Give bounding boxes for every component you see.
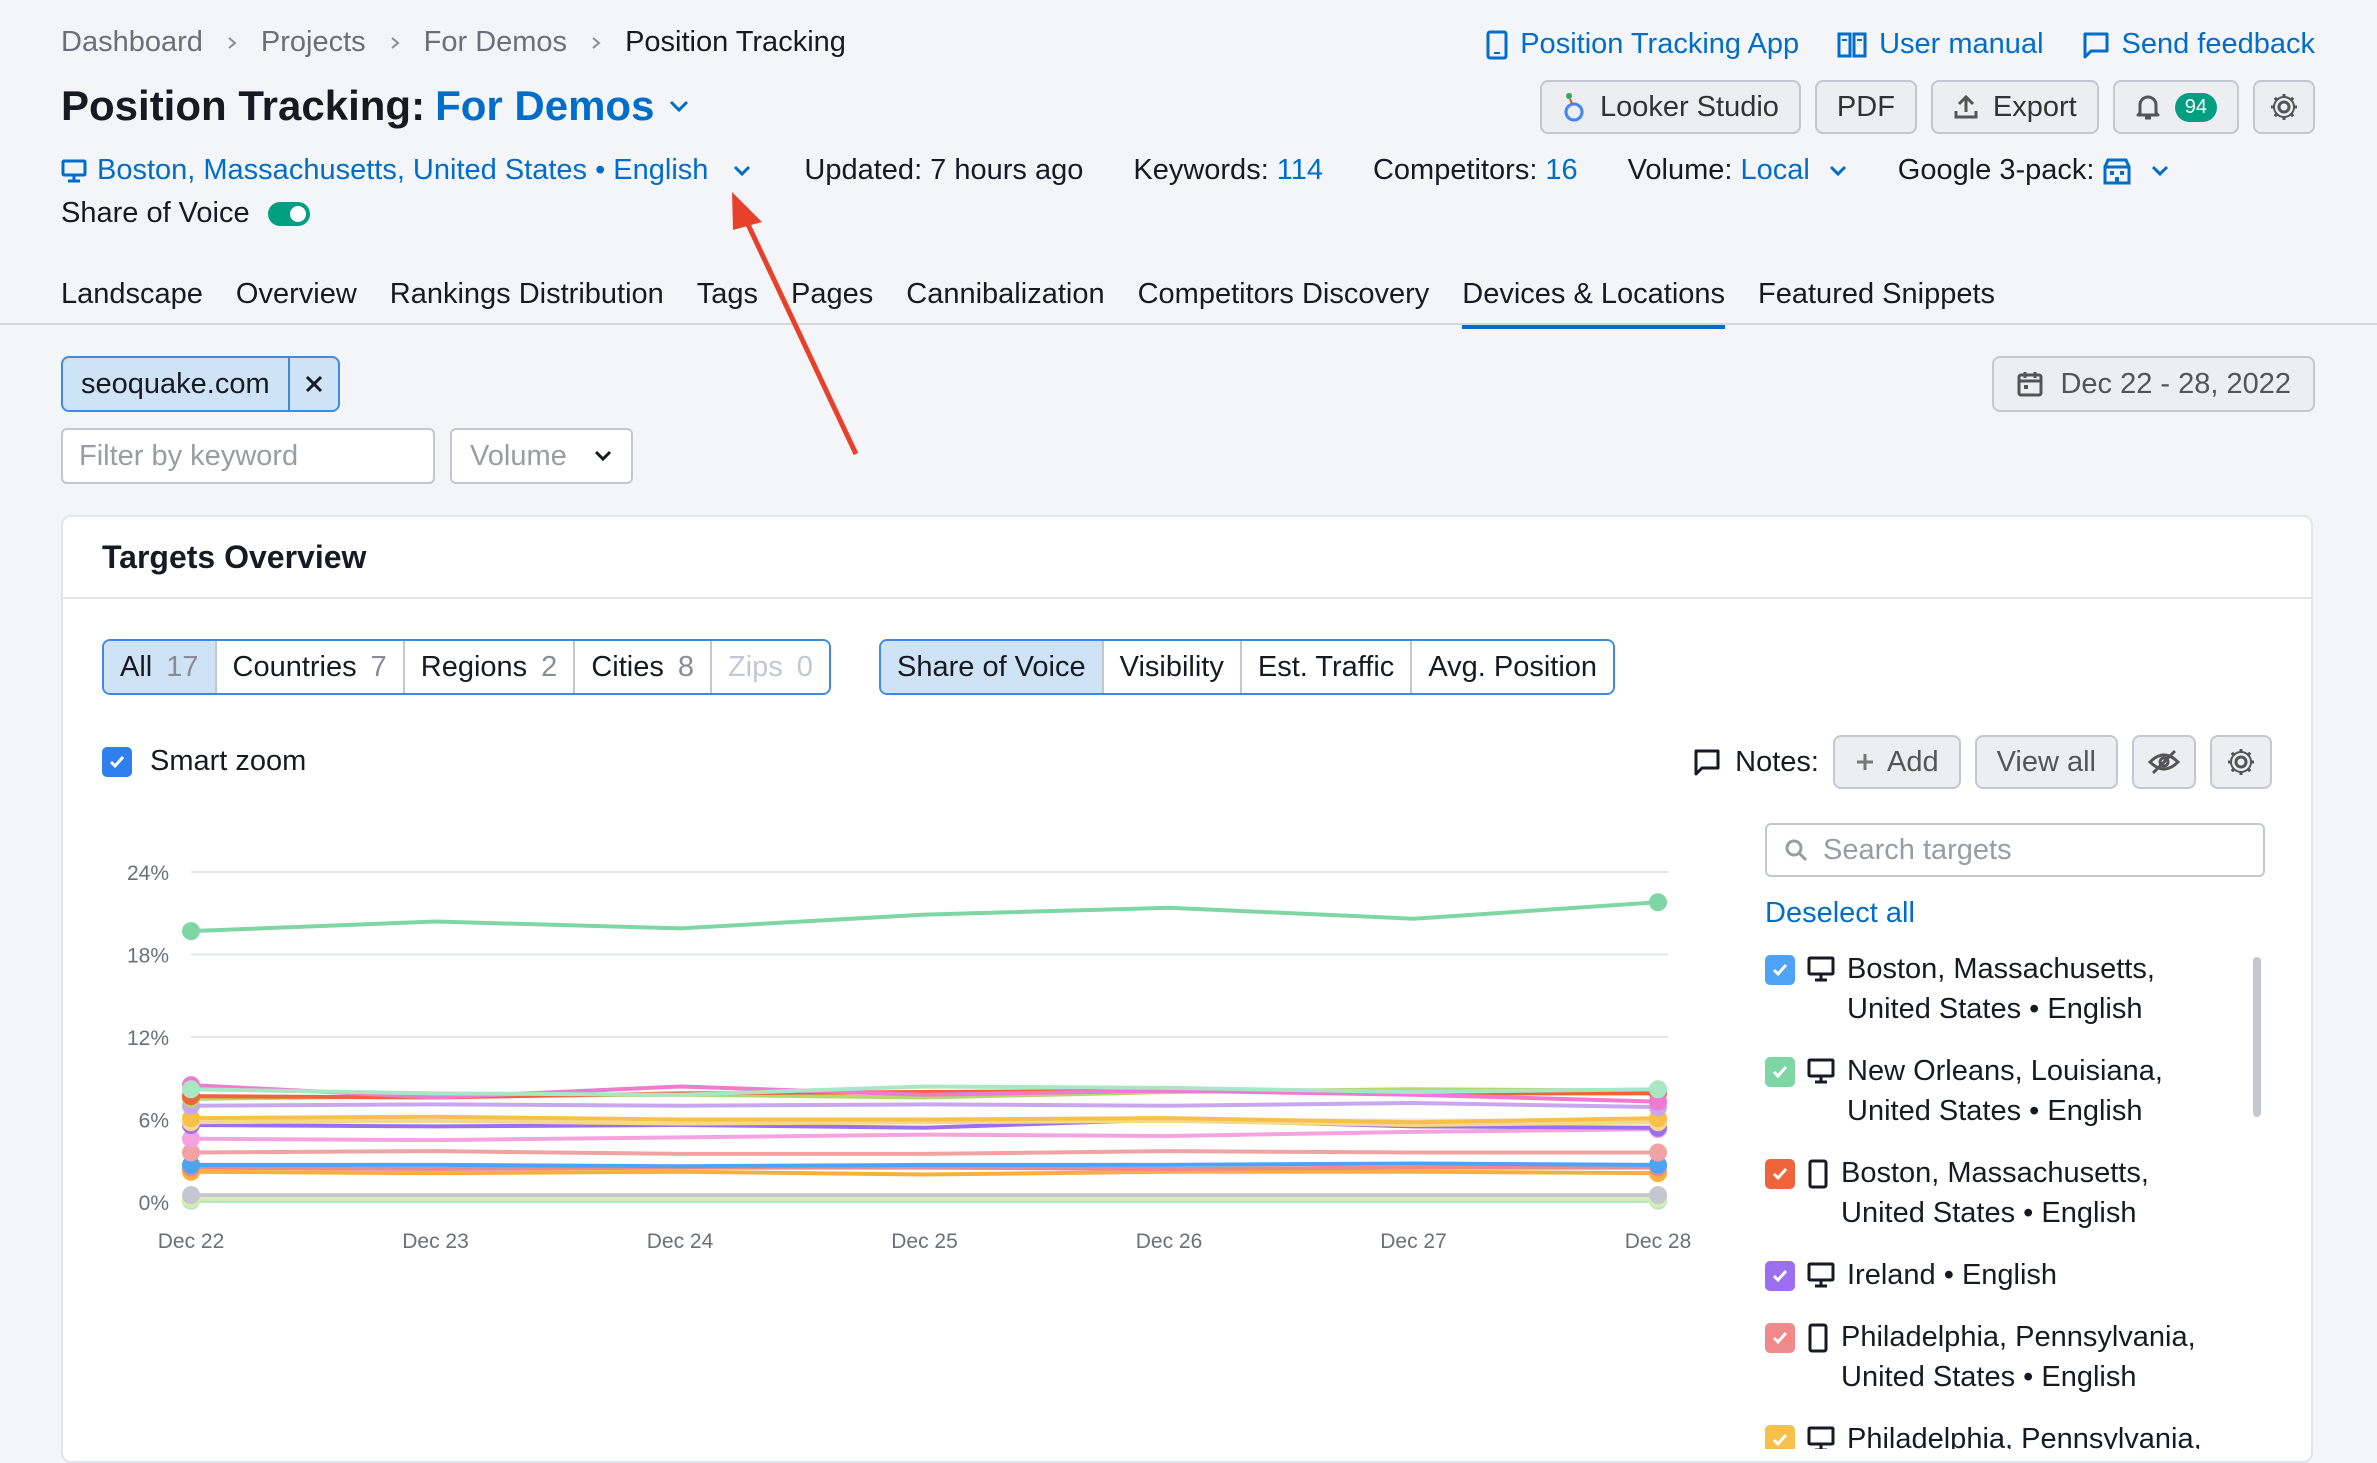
desktop-icon [1807, 1262, 1835, 1288]
target-item[interactable]: New Orleans, Louisiana, United States • E… [1765, 1051, 2235, 1131]
checkmark-icon [1772, 964, 1788, 977]
series-line[interactable] [190, 900, 1659, 934]
series-point[interactable] [1649, 1080, 1667, 1099]
metric-avg-position[interactable]: Avg. Position [1412, 641, 1614, 693]
target-label: Philadelphia, Pennsylvania, United States… [1841, 1321, 2196, 1393]
mobile-icon [1808, 1159, 1828, 1189]
y-tick-label: 24% [127, 862, 169, 885]
smart-zoom-checkbox[interactable] [102, 746, 132, 777]
desktop-icon [1807, 1426, 1835, 1449]
checkmark-icon [1772, 1066, 1788, 1079]
desktop-icon [1807, 956, 1835, 982]
close-icon [305, 375, 322, 393]
target-type-filter: All 17 Countries 7 Regions 2 Cities 8 Zips 0 [102, 639, 831, 695]
domain-chip: seoquake.com [61, 356, 340, 412]
card-divider [63, 597, 2311, 599]
target-label: Ireland • English [1847, 1259, 2058, 1291]
target-label: Boston, Massachusetts, United States • En… [1841, 1157, 2149, 1229]
target-checkbox[interactable] [1765, 1057, 1795, 1087]
target-checkbox[interactable] [1765, 955, 1795, 985]
add-note-button[interactable]: Add [1832, 735, 1961, 789]
x-tick-label: Dec 28 [1625, 1230, 1692, 1253]
metric-switcher: Share of Voice Visibility Est. Traffic A… [879, 639, 1616, 695]
series-point[interactable] [1649, 1186, 1667, 1205]
hide-notes-button[interactable] [2132, 735, 2196, 789]
target-checkbox[interactable] [1765, 1261, 1795, 1291]
desktop-icon [1807, 1058, 1835, 1084]
keyword-filter [61, 428, 484, 484]
target-checkbox[interactable] [1765, 1425, 1795, 1449]
filter-all[interactable]: All 17 [104, 641, 217, 693]
date-range-picker[interactable]: Dec 22 - 28, 2022 [1992, 356, 2315, 412]
remove-domain-button[interactable] [287, 358, 338, 410]
x-tick-label: Dec 25 [891, 1230, 958, 1253]
checkmark-icon [1772, 1168, 1788, 1181]
metric-visibility[interactable]: Visibility [1103, 641, 1242, 693]
keyword-filter-input[interactable] [63, 430, 456, 482]
mobile-icon [1808, 1323, 1828, 1353]
target-item[interactable]: Philadelphia, Pennsylvania, [1765, 1419, 2235, 1449]
checkmark-icon [109, 755, 125, 768]
target-label: New Orleans, Louisiana, United States • E… [1847, 1055, 2163, 1127]
filter-zips: Zips 0 [711, 641, 829, 693]
series-line[interactable] [190, 1100, 1659, 1110]
chevron-down-icon [594, 450, 612, 462]
chart-settings-button[interactable] [2210, 735, 2272, 789]
checkmark-icon [1772, 1270, 1788, 1283]
target-item[interactable]: Philadelphia, Pennsylvania, United States… [1765, 1317, 2235, 1397]
target-label: Boston, Massachusetts, United States • En… [1847, 953, 2155, 1025]
target-item[interactable]: Ireland • English [1765, 1255, 2235, 1295]
x-tick-label: Dec 26 [1136, 1230, 1203, 1253]
checkmark-icon [1772, 1434, 1788, 1447]
x-tick-label: Dec 27 [1380, 1230, 1447, 1253]
series-point[interactable] [1649, 893, 1667, 912]
smart-zoom-option: Smart zoom [102, 745, 306, 778]
target-checkbox[interactable] [1765, 1323, 1795, 1353]
eye-off-icon [2148, 749, 2180, 775]
series-point[interactable] [182, 1186, 200, 1205]
target-label: Philadelphia, Pennsylvania, [1847, 1423, 2202, 1449]
view-all-notes-button[interactable]: View all [1974, 735, 2118, 789]
y-tick-label: 12% [127, 1027, 169, 1050]
search-targets-field[interactable]: Search targets [1765, 823, 2265, 877]
metric-share-of-voice[interactable]: Share of Voice [881, 641, 1104, 693]
calendar-icon [2017, 372, 2043, 397]
target-checkbox[interactable] [1765, 1159, 1795, 1189]
targets-list: Boston, Massachusetts, United States • En… [1765, 949, 2235, 1449]
series-point[interactable] [182, 1080, 200, 1099]
volume-filter-select[interactable]: Volume [450, 428, 633, 484]
note-icon [1694, 749, 1720, 776]
series-line[interactable] [190, 1127, 1659, 1143]
x-tick-label: Dec 22 [158, 1230, 225, 1253]
filter-cities[interactable]: Cities 8 [575, 641, 712, 693]
series-line[interactable] [190, 1149, 1658, 1156]
metric-est-traffic[interactable]: Est. Traffic [1241, 641, 1413, 693]
y-tick-label: 6% [139, 1110, 169, 1133]
gear-icon [2228, 749, 2254, 775]
target-item[interactable]: Boston, Massachusetts, United States • En… [1765, 1153, 2235, 1233]
deselect-all-link[interactable]: Deselect all [1765, 897, 1915, 930]
filter-regions[interactable]: Regions 2 [404, 641, 576, 693]
x-tick-label: Dec 24 [647, 1230, 714, 1253]
y-tick-label: 18% [127, 945, 169, 968]
notes-controls: Notes: Add View all [1693, 735, 2272, 789]
series-point[interactable] [182, 922, 200, 941]
search-icon [1785, 839, 1808, 862]
plus-icon [1856, 754, 1873, 770]
filter-countries[interactable]: Countries 7 [216, 641, 405, 693]
targets-overview-card: Targets Overview All 17 Countries 7 Region… [61, 515, 2313, 1463]
share-of-voice-chart: 0% 6% 12% 18% 24% Dec 22 Dec 23 Dec 24 Dec 25 Dec… [127, 862, 1692, 1253]
series-line[interactable] [190, 1169, 1659, 1177]
targets-scrollbar[interactable] [2253, 957, 2261, 1117]
checkmark-icon [1772, 1332, 1788, 1345]
y-tick-label: 0% [139, 1192, 169, 1215]
card-title: Targets Overview [102, 539, 367, 575]
series-line[interactable] [190, 1165, 1658, 1172]
series-point[interactable] [1649, 1143, 1667, 1162]
x-tick-label: Dec 23 [402, 1230, 469, 1253]
target-item[interactable]: Boston, Massachusetts, United States • En… [1765, 949, 2235, 1029]
